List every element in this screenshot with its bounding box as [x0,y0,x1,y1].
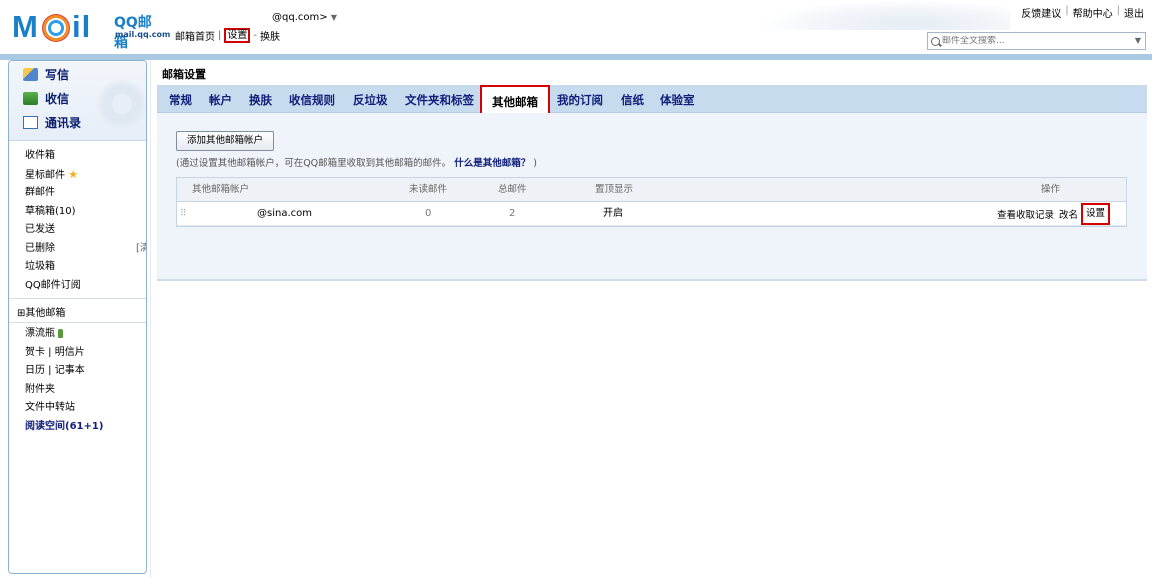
compose-icon [23,68,38,81]
penguin-decoration [89,79,146,129]
header-decoration [760,0,1010,30]
hint-close-paren: ) [533,158,537,169]
contacts-button[interactable]: 通讯录 [23,114,81,131]
add-other-mailbox-button[interactable]: 添加其他邮箱帐户 [176,131,275,151]
folder-drafts[interactable]: 草稿箱(10) [25,203,81,222]
dropdown-arrow-icon: ▼ [330,13,337,22]
logout-link[interactable]: 退出 [1124,5,1144,20]
left-sidebar: 写信 收信 通讯录 收件箱 星标邮件 ★ 群邮件 草稿箱(10) 已发送 已删除… [8,60,147,574]
bottle-icon [58,328,63,338]
tab-account[interactable]: 帐户 [209,92,232,108]
mailbox-settings-link[interactable]: 设置 [1080,203,1110,225]
file-transfer-link[interactable]: 文件中转站 [25,399,103,418]
sidebar-divider [9,322,146,323]
nav-separator: | [218,30,222,41]
folder-junk[interactable]: 垃圾箱 [25,258,81,277]
top-nav: 邮箱首页 | 设置 - 换肤 [175,28,280,43]
calendar-notes-link[interactable]: 日历 | 记事本 [25,362,103,381]
folder-inbox[interactable]: 收件箱 [25,147,81,166]
what-is-other-mailbox-link[interactable]: 什么是其他邮箱？ [454,158,530,169]
sidebar-main-actions: 写信 收信 通讯录 [9,61,146,141]
row-account: @sina.com [257,208,312,219]
top-header: M il QQ邮箱 mail.qq.com @qq.com> ▼ 邮箱首页 | … [0,0,1152,54]
folder-starred[interactable]: 星标邮件 ★ [25,166,81,185]
empty-trash-link[interactable]: [清空] [136,240,146,259]
mailbox-home-link[interactable]: 邮箱首页 [175,28,215,43]
cards-postcards-link[interactable]: 贺卡 | 明信片 [25,344,103,363]
tab-receive-rules[interactable]: 收信规则 [289,92,335,108]
change-skin-link[interactable]: 换肤 [260,28,280,43]
account-email: @qq.com> [272,12,328,23]
nav-separator: - [253,30,257,41]
col-total: 总邮件 [498,184,527,195]
folder-deleted[interactable]: 已删除[清空] [25,240,146,259]
col-unread: 未读邮件 [409,184,448,195]
chevron-down-icon[interactable]: ▼ [1135,36,1141,45]
header-divider-bar [0,54,1152,60]
rename-link[interactable]: 改名 [1059,207,1078,221]
receive-button[interactable]: 收信 [23,90,69,107]
other-mailboxes-content: 添加其他邮箱帐户 (通过设置其他邮箱帐户，可在QQ邮箱里收取到其他邮箱的邮件。 … [157,113,1147,281]
folder-subscriptions[interactable]: QQ邮件订阅 [25,277,81,296]
other-mailbox-toggle[interactable]: ⊞其他邮箱 [17,304,65,319]
account-switcher[interactable]: @qq.com> ▼ [272,12,337,23]
view-fetch-log-link[interactable]: 查看收取记录 [997,207,1054,221]
help-center-link[interactable]: 帮助中心 [1073,5,1113,20]
feedback-link[interactable]: 反馈建议 [1021,5,1061,20]
page-title: 邮箱设置 [162,68,206,81]
top-right-links: 反馈建议 | 帮助中心 | 退出 [1021,5,1144,20]
attachments-link[interactable]: 附件夹 [25,381,103,400]
logo-letter-m: M [12,9,38,44]
link-separator: | [1065,5,1069,16]
receive-icon [23,92,38,105]
contacts-label: 通讯录 [45,116,82,130]
tab-other-mailboxes-label: 其他邮箱 [492,95,538,109]
folder-sent[interactable]: 已发送 [25,221,81,240]
tab-skin[interactable]: 换肤 [249,92,272,108]
tab-general[interactable]: 常规 [169,92,192,108]
settings-tabs: 常规 帐户 换肤 收信规则 反垃圾 文件夹和标签 其他邮箱 我的订阅 信纸 体验… [157,85,1147,122]
settings-link[interactable]: 设置 [224,28,251,43]
hint-text: (通过设置其他邮箱帐户，可在QQ邮箱里收取到其他邮箱的邮件。 [176,158,452,169]
search-icon [931,36,940,46]
tab-folders-labels[interactable]: 文件夹和标签 [405,92,474,108]
compose-label: 写信 [45,68,70,82]
folder-group-mail[interactable]: 群邮件 [25,184,81,203]
tab-lab[interactable]: 体验室 [660,92,695,108]
row-total: 2 [509,208,516,219]
other-mailboxes-table: 其他邮箱帐户 未读邮件 总邮件 置顶显示 操作 ⠿ @sina.com 0 2 … [176,177,1127,227]
search-box[interactable]: ▼ [927,32,1146,50]
link-separator: | [1116,5,1120,16]
col-pinned: 置顶显示 [595,184,634,195]
search-input[interactable] [942,36,1122,46]
col-actions: 操作 [1041,184,1061,195]
sidebar-border-line [150,60,151,578]
logo-circle-icon [42,14,70,42]
col-account: 其他邮箱帐户 [192,184,250,195]
qq-mail-logo[interactable]: M il QQ邮箱 mail.qq.com [12,9,170,52]
drift-bottle-link[interactable]: 漂流瓶 [25,325,103,344]
contacts-icon [23,116,38,129]
table-header: 其他邮箱帐户 未读邮件 总邮件 置顶显示 操作 [177,178,1126,202]
logo-url: mail.qq.com [115,30,171,39]
row-pinned: 开启 [603,208,623,219]
tab-stationery[interactable]: 信纸 [621,92,644,108]
drag-handle-icon[interactable]: ⠿ [180,202,187,226]
tab-antispam[interactable]: 反垃圾 [353,92,388,108]
star-icon: ★ [68,167,79,181]
sidebar-divider [9,298,146,299]
folder-list: 收件箱 星标邮件 ★ 群邮件 草稿箱(10) 已发送 已删除[清空] 垃圾箱 Q… [25,147,146,296]
compose-button[interactable]: 写信 [23,66,69,83]
tab-subscriptions[interactable]: 我的订阅 [557,92,603,108]
help-hint: (通过设置其他邮箱帐户，可在QQ邮箱里收取到其他邮箱的邮件。 什么是其他邮箱？ … [176,155,537,169]
logo-letters-il: il [72,9,92,44]
table-row: ⠿ @sina.com 0 2 开启 查看收取记录 改名 设置 [177,202,1126,226]
receive-label: 收信 [45,92,70,106]
row-actions: 查看收取记录 改名 设置 [992,202,1110,226]
reading-space-link[interactable]: 阅读空间(61+1) [25,418,103,437]
tools-list: 漂流瓶 贺卡 | 明信片 日历 | 记事本 附件夹 文件中转站 阅读空间(61+… [25,325,103,436]
row-unread: 0 [425,208,432,219]
